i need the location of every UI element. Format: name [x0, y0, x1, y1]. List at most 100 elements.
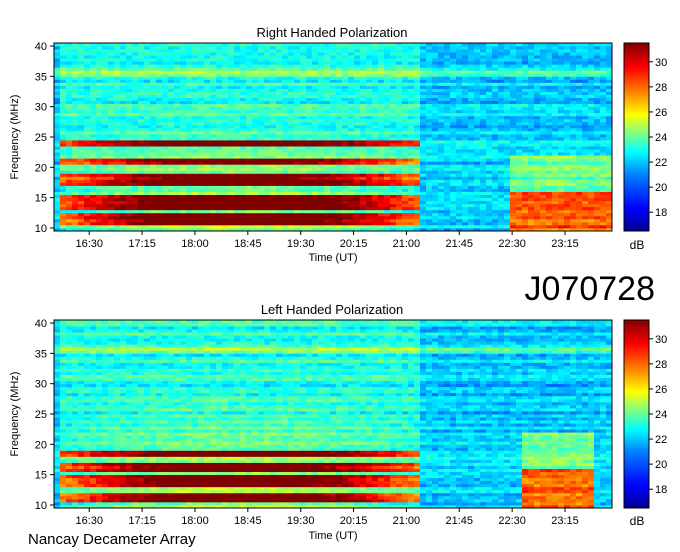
heatmap-cell — [198, 191, 205, 196]
heatmap-cell — [354, 43, 361, 47]
heatmap-cell — [438, 91, 445, 95]
heatmap-cell — [234, 155, 241, 159]
heatmap-cell — [522, 124, 529, 129]
heatmap-cell — [402, 94, 409, 98]
heatmap-cell — [360, 58, 367, 62]
heatmap-cell — [210, 224, 217, 229]
heatmap-cell — [300, 88, 307, 92]
heatmap-cell — [522, 100, 529, 105]
heatmap-cell — [318, 121, 325, 126]
heatmap-cell — [480, 91, 487, 95]
heatmap-cell — [366, 61, 373, 65]
heatmap-cell — [174, 155, 181, 159]
heatmap-cell — [450, 64, 457, 68]
heatmap-cell — [240, 203, 247, 208]
heatmap-cell — [468, 188, 475, 192]
heatmap-cell — [498, 73, 505, 77]
heatmap-cell — [468, 109, 475, 114]
heatmap-cell — [522, 85, 529, 89]
heatmap-cell — [144, 118, 151, 123]
heatmap-cell — [318, 167, 325, 171]
heatmap-cell — [414, 143, 421, 147]
heatmap-cell — [288, 224, 295, 229]
heatmap-cell — [72, 209, 79, 214]
heatmap-cell — [312, 206, 319, 211]
heatmap-cell — [450, 127, 457, 132]
heatmap-cell — [204, 194, 211, 199]
heatmap-cell — [258, 140, 265, 144]
heatmap-cell — [510, 70, 517, 74]
heatmap-cell — [480, 127, 487, 132]
heatmap-cell — [54, 173, 61, 177]
heatmap-cell — [210, 103, 217, 108]
heatmap-cell — [480, 152, 487, 156]
heatmap-cell — [384, 185, 391, 189]
heatmap-cell — [192, 197, 199, 202]
heatmap-cell — [348, 203, 355, 208]
heatmap-cell — [150, 179, 157, 183]
heatmap-cell — [372, 49, 379, 53]
heatmap-cell — [228, 173, 235, 177]
heatmap-cell — [66, 70, 73, 74]
heatmap-cell — [144, 185, 151, 189]
heatmap-cell — [138, 218, 145, 223]
heatmap-cell — [228, 49, 235, 53]
heatmap-cell — [126, 164, 133, 168]
heatmap-cell — [198, 121, 205, 126]
heatmap-cell — [60, 100, 67, 105]
heatmap-cell — [486, 182, 493, 186]
heatmap-cell — [174, 143, 181, 147]
heatmap-cell — [78, 58, 85, 62]
heatmap-cell — [258, 82, 265, 86]
heatmap-cell — [414, 82, 421, 86]
heatmap-cell — [276, 55, 283, 59]
heatmap-cell — [156, 64, 163, 68]
heatmap-cell — [300, 130, 307, 135]
heatmap-cell — [396, 73, 403, 77]
heatmap-cell — [468, 197, 475, 202]
heatmap-cell — [510, 155, 517, 159]
heatmap-cell — [474, 124, 481, 129]
heatmap-cell — [336, 58, 343, 62]
heatmap-cell — [342, 52, 349, 56]
heatmap-cell — [480, 130, 487, 135]
heatmap-cell — [324, 206, 331, 211]
heatmap-cell — [174, 206, 181, 211]
heatmap-cell — [336, 152, 343, 156]
heatmap-cell — [102, 112, 109, 117]
heatmap-cell — [324, 61, 331, 65]
heatmap-cell — [264, 58, 271, 62]
heatmap-cell — [438, 170, 445, 174]
heatmap-cell — [318, 170, 325, 174]
heatmap-cell — [168, 203, 175, 208]
heatmap-cell — [54, 109, 61, 114]
heatmap-cell — [330, 91, 337, 95]
heatmap-cell — [222, 155, 229, 159]
heatmap-cell — [402, 182, 409, 186]
heatmap-cell — [138, 43, 145, 47]
heatmap-cell — [78, 43, 85, 47]
heatmap-cell — [336, 158, 343, 162]
heatmap-cell — [444, 152, 451, 156]
heatmap-cell — [372, 106, 379, 111]
heatmap-cell — [450, 224, 457, 229]
heatmap-cell — [120, 124, 127, 129]
heatmap-cell — [312, 209, 319, 214]
heatmap-cell — [438, 194, 445, 199]
heatmap-cell — [342, 85, 349, 89]
heatmap-cell — [102, 173, 109, 177]
heatmap-cell — [66, 212, 73, 217]
heatmap-cell — [462, 194, 469, 199]
heatmap-cell — [174, 209, 181, 214]
heatmap-cell — [228, 133, 235, 138]
heatmap-cell — [342, 121, 349, 126]
heatmap-cell — [54, 112, 61, 117]
heatmap-cell — [180, 167, 187, 171]
heatmap-cell — [156, 146, 163, 150]
heatmap-cell — [198, 218, 205, 223]
heatmap-cell — [378, 112, 385, 117]
heatmap-cell — [378, 70, 385, 74]
heatmap-cell — [126, 73, 133, 77]
heatmap-cell — [348, 167, 355, 171]
heatmap-cell — [84, 109, 91, 114]
